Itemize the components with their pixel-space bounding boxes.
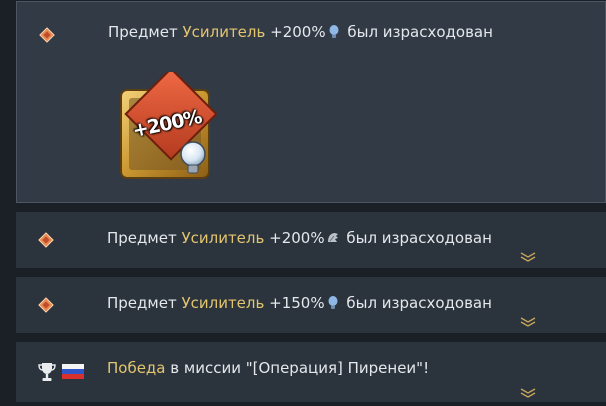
crew-skill-icon <box>327 233 338 242</box>
trophy-icon <box>38 363 56 381</box>
expand-chevron-icon[interactable] <box>520 317 536 327</box>
lightbulb-icon <box>329 25 339 38</box>
item-name-link[interactable]: Усилитель <box>181 229 264 247</box>
feed-item-booster-200-crew[interactable]: Предмет Усилитель +200% был израсходован <box>16 212 606 268</box>
message-suffix: был израсходован <box>346 294 492 312</box>
russia-flag-icon <box>62 364 84 379</box>
victory-highlight: Победа <box>107 359 166 377</box>
bonus-value: +200% <box>270 23 326 41</box>
message-suffix: был израсходован <box>346 229 492 247</box>
bonus-value: +150% <box>269 294 325 312</box>
item-name-link[interactable]: Усилитель <box>182 23 265 41</box>
message-prefix: Предмет <box>108 23 178 41</box>
feed-item-booster-200-research[interactable]: Предмет Усилитель +200% был израсходован <box>16 1 606 203</box>
booster-card-image: +200% <box>117 67 218 182</box>
feed-message: Предмет Усилитель +150% был израсходован <box>107 294 492 312</box>
booster-icon <box>38 232 54 248</box>
feed-message: Предмет Усилитель +200% был израсходован <box>108 23 493 41</box>
message-suffix: был израсходован <box>347 23 493 41</box>
booster-icon <box>39 27 55 43</box>
mission-text: в миссии "[Операция] Пиренеи"! <box>170 359 430 377</box>
feed-message: Предмет Усилитель +200% был израсходован <box>107 229 492 247</box>
expand-chevron-icon[interactable] <box>520 388 536 398</box>
bonus-value: +200% <box>269 229 325 247</box>
lightbulb-icon <box>328 296 338 309</box>
message-prefix: Предмет <box>107 229 177 247</box>
message-prefix: Предмет <box>107 294 177 312</box>
expand-chevron-icon[interactable] <box>520 252 536 262</box>
feed-item-mission-victory[interactable]: Победа в миссии "[Операция] Пиренеи"! <box>16 342 606 402</box>
feed-item-booster-150-research[interactable]: Предмет Усилитель +150% был израсходован <box>16 277 606 333</box>
item-name-link[interactable]: Усилитель <box>181 294 264 312</box>
event-feed: Предмет Усилитель +200% был израсходован <box>0 0 606 406</box>
booster-icon <box>38 297 54 313</box>
feed-message: Победа в миссии "[Операция] Пиренеи"! <box>107 359 429 377</box>
